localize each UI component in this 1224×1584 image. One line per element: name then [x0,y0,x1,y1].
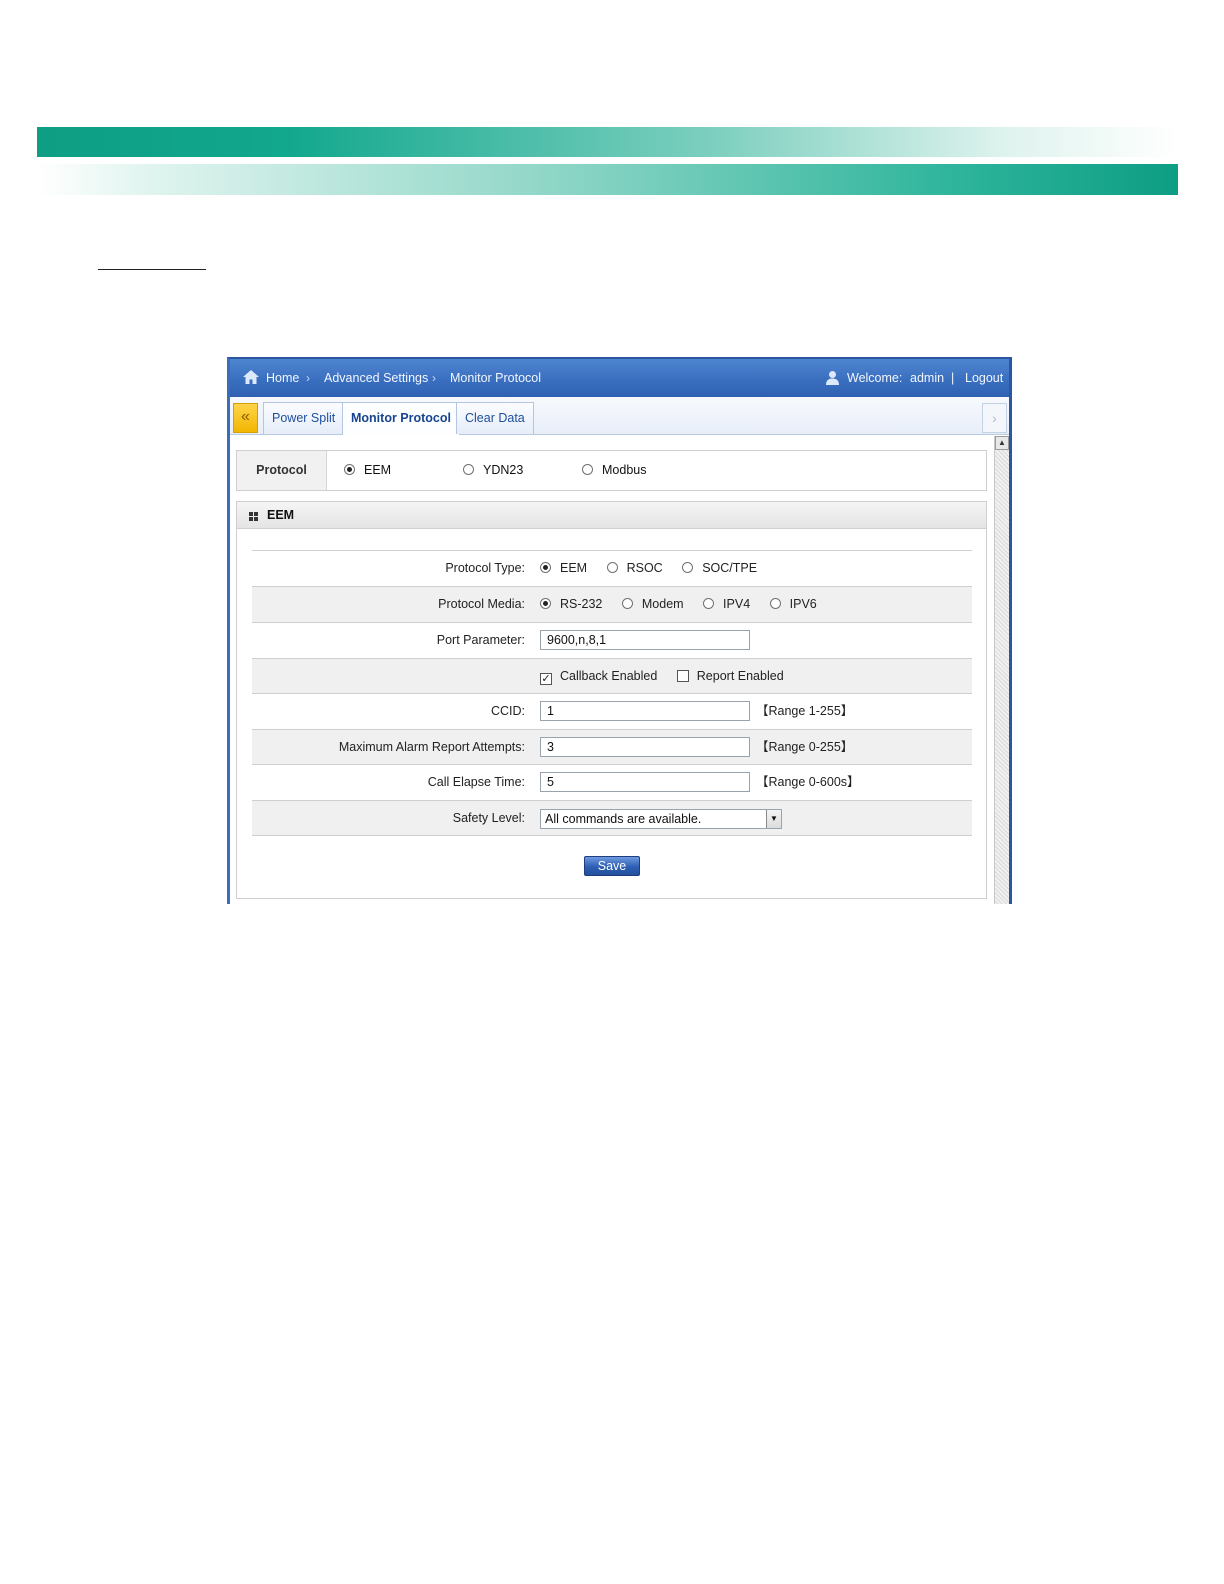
chevron-right-icon[interactable]: › [982,403,1007,433]
scroll-up-arrow-icon[interactable]: ▲ [995,436,1009,450]
tab-clear-data[interactable]: Clear Data [456,402,534,434]
row-call-elapse-time: Call Elapse Time: 5 【Range 0-600s】 [252,764,972,800]
safety-level-value: All commands are available. [545,812,702,826]
tab-bar: « Power Split Monitor Protocol Clear Dat… [230,397,1009,435]
protocol-media-modem[interactable]: Modem [621,587,684,622]
header-separator: | [951,371,955,385]
call-elapse-input[interactable]: 5 [540,772,750,792]
eem-panel: EEM Protocol Type: EEM RSOC SOC/TPE Prot… [236,501,987,899]
radio-icon[interactable] [463,464,474,475]
panel-title: EEM [267,508,295,522]
enable-options: ✓ Callback Enabled Report Enabled [540,659,800,694]
call-elapse-label: Call Elapse Time: [427,775,525,789]
checkbox-empty-icon[interactable] [676,670,689,682]
protocol-option-modbus[interactable]: Modbus [582,463,646,477]
protocol-selector: Protocol EEM YDN23 Modbus [236,450,987,491]
protocol-type-rsoc[interactable]: RSOC [606,551,663,586]
vertical-scrollbar[interactable]: ▲ [994,436,1009,904]
protocol-media-rs232[interactable]: RS-232 [540,587,602,622]
radio-selected-icon[interactable] [540,598,551,609]
ccid-input[interactable]: 1 [540,701,750,721]
ccid-range-hint: 【Range 1-255】 [756,704,854,718]
callback-enabled-checkbox[interactable]: ✓ Callback Enabled [540,659,657,694]
double-chevron-left-icon[interactable]: « [233,403,258,433]
max-alarm-label: Maximum Alarm Report Attempts: [338,740,525,754]
breadcrumb-advanced-settings[interactable]: Advanced Settings [324,371,428,385]
radio-icon[interactable] [606,562,618,573]
protocol-media-ipv4[interactable]: IPV4 [703,587,750,622]
port-parameter-input[interactable]: 9600,n,8,1 [540,630,750,650]
row-ccid: CCID: 1 【Range 1-255】 [252,693,972,729]
radio-icon[interactable] [682,562,694,573]
checkmark-icon[interactable]: ✓ [540,673,552,685]
radio-icon[interactable] [703,598,715,609]
chevron-right-icon: › [432,371,436,385]
call-elapse-range-hint: 【Range 0-600s】 [756,775,860,789]
top-navigation-bar: Home › Advanced Settings › Monitor Proto… [230,359,1009,397]
chevron-right-icon: › [306,371,310,385]
section-rule [98,269,206,270]
protocol-option-ydn23[interactable]: YDN23 [463,463,523,477]
max-alarm-input[interactable]: 3 [540,737,750,757]
dropdown-arrow-icon[interactable]: ▼ [766,810,781,828]
radio-icon[interactable] [582,464,593,475]
ccid-label: CCID: [490,704,525,718]
protocol-media-ipv6[interactable]: IPV6 [769,587,817,622]
welcome-label: Welcome: [847,371,903,385]
row-enable-options: ✓ Callback Enabled Report Enabled [252,658,972,694]
row-max-alarm-attempts: Maximum Alarm Report Attempts: 3 【Range … [252,729,972,765]
protocol-type-eem[interactable]: EEM [540,551,587,586]
user-icon [826,371,839,385]
protocol-option-eem[interactable]: EEM [344,463,391,477]
radio-selected-icon[interactable] [540,562,551,573]
grid-icon [249,512,258,521]
username: admin [910,371,945,385]
radio-selected-icon[interactable] [344,464,355,475]
panel-header: EEM [237,502,986,529]
breadcrumb-home[interactable]: Home [266,371,299,385]
row-protocol-media: Protocol Media: RS-232 Modem IPV4 IPV6 [252,586,972,622]
radio-icon[interactable] [621,598,633,609]
protocol-type-options: EEM RSOC SOC/TPE [540,551,773,586]
tab-power-split[interactable]: Power Split [263,402,345,434]
protocol-label: Protocol [237,451,327,490]
radio-icon[interactable] [769,598,781,609]
protocol-type-soc-tpe[interactable]: SOC/TPE [682,551,757,586]
report-enabled-checkbox[interactable]: Report Enabled [676,659,784,694]
header-band-top [37,127,1178,157]
max-alarm-range-hint: 【Range 0-255】 [756,740,854,754]
protocol-media-label: Protocol Media: [438,597,525,611]
breadcrumb-monitor-protocol: Monitor Protocol [450,371,542,385]
row-port-parameter: Port Parameter: 9600,n,8,1 [252,622,972,658]
monitor-protocol-screenshot: Home › Advanced Settings › Monitor Proto… [227,357,1012,904]
home-icon[interactable] [242,369,260,385]
header-band-bottom [37,164,1178,195]
port-parameter-label: Port Parameter: [436,633,525,647]
row-safety-level: Safety Level: All commands are available… [252,800,972,836]
save-button[interactable]: Save [584,856,640,876]
protocol-media-options: RS-232 Modem IPV4 IPV6 [540,587,833,622]
safety-level-select[interactable]: All commands are available. ▼ [540,809,782,829]
logout-link[interactable]: Logout [965,371,1003,385]
protocol-type-label: Protocol Type: [445,561,525,575]
safety-level-label: Safety Level: [452,811,525,825]
tab-monitor-protocol[interactable]: Monitor Protocol [342,402,460,435]
row-protocol-type: Protocol Type: EEM RSOC SOC/TPE [252,550,972,586]
